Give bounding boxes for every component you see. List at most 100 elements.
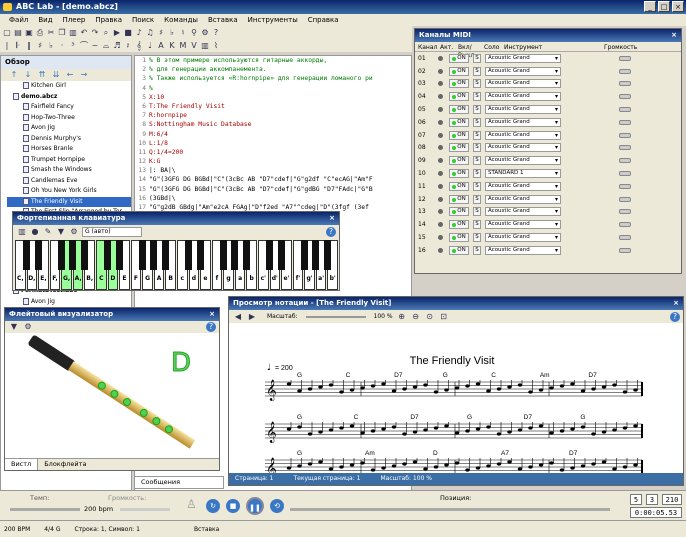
volume-slider[interactable] — [581, 195, 631, 204]
piano-black-key[interactable] — [80, 240, 88, 270]
volume-slider[interactable] — [581, 118, 631, 127]
save-icon[interactable]: ▣ — [24, 28, 34, 38]
solo-button[interactable]: S — [473, 156, 481, 166]
tree-group[interactable]: demo.abcz — [7, 92, 131, 103]
instrument-select[interactable]: Acoustic Grand — [485, 156, 561, 166]
tab-recorder[interactable]: Блокфлейта — [38, 459, 92, 470]
zoom-out-icon[interactable]: ⊖ — [411, 312, 421, 322]
clef-icon[interactable]: 𝄞 — [134, 41, 144, 51]
solo-button[interactable]: S — [473, 92, 481, 102]
menu-item[interactable]: Плеер — [58, 14, 91, 26]
find-icon[interactable]: ⌕ — [101, 28, 111, 38]
tree-item[interactable]: Oh You New York Girls — [7, 186, 131, 197]
back-icon[interactable]: ← — [65, 70, 75, 80]
zoom-fit-icon[interactable]: ⊙ — [425, 312, 435, 322]
tempo-slider[interactable] — [10, 508, 80, 511]
flat-icon[interactable]: ♭ — [167, 28, 177, 38]
instrument-select[interactable]: Acoustic Grand — [485, 194, 561, 204]
flute-icon[interactable]: ⌇ — [211, 41, 221, 51]
instrument-select[interactable]: Acoustic Grand — [485, 233, 561, 243]
forward-icon[interactable]: → — [79, 70, 89, 80]
solo-button[interactable]: S — [473, 181, 481, 191]
bottom-icon[interactable]: ⇊ — [51, 70, 61, 80]
instrument-select[interactable]: Acoustic Grand — [485, 117, 561, 127]
copy-icon[interactable]: ❐ — [57, 28, 67, 38]
zoom-slider[interactable] — [305, 315, 366, 318]
volume-knob[interactable] — [619, 68, 631, 74]
menu-item[interactable]: Вид — [33, 14, 57, 26]
tree-item[interactable]: Avon Jig — [7, 123, 131, 134]
stop-button[interactable]: ■ — [226, 499, 240, 513]
position-slider[interactable] — [290, 508, 610, 511]
lyrics-icon[interactable]: A — [156, 41, 166, 51]
volume-slider[interactable] — [581, 79, 631, 88]
close-icon[interactable]: × — [671, 29, 681, 42]
dbl-bar-icon[interactable]: ‖ — [24, 41, 34, 51]
menu-item[interactable]: Поиск — [127, 14, 159, 26]
instrument-select[interactable]: Acoustic Grand — [485, 220, 561, 230]
record-icon[interactable]: ● — [30, 227, 40, 237]
piano-black-key[interactable] — [312, 240, 320, 270]
solo-button[interactable]: S — [473, 53, 481, 63]
volume-slider[interactable] — [581, 67, 631, 76]
solo-button[interactable]: S — [473, 79, 481, 89]
piano-black-key[interactable] — [266, 240, 274, 270]
volume-slider[interactable] — [581, 105, 631, 114]
solo-button[interactable]: S — [473, 220, 481, 230]
instrument-select[interactable]: Acoustic Grand — [485, 53, 561, 63]
channel-on-toggle[interactable]: ON — [449, 130, 469, 140]
solo-button[interactable]: S — [473, 105, 481, 115]
channel-on-toggle[interactable]: ON — [449, 181, 469, 191]
piano-black-key[interactable] — [34, 240, 42, 270]
instrument-select[interactable]: Acoustic Grand — [485, 130, 561, 140]
natural-icon[interactable]: ♮ — [178, 28, 188, 38]
help-icon[interactable]: ? — [670, 311, 680, 322]
channel-on-toggle[interactable]: ON — [449, 233, 469, 243]
instrument-select[interactable]: Acoustic Grand — [485, 245, 561, 255]
channel-on-toggle[interactable]: ON — [449, 245, 469, 255]
flat-icon[interactable]: ♭ — [46, 41, 56, 51]
piano-black-key[interactable] — [219, 240, 227, 270]
volume-slider[interactable] — [581, 169, 631, 178]
gear-icon[interactable]: ⚙ — [23, 322, 33, 332]
top-icon[interactable]: ⇈ — [37, 70, 47, 80]
key-select[interactable]: G (авто) — [82, 227, 142, 237]
volume-knob[interactable] — [619, 183, 631, 189]
dot-icon[interactable]: · — [57, 41, 67, 51]
channel-on-toggle[interactable]: ON — [449, 66, 469, 76]
volume-slider[interactable] — [581, 246, 631, 255]
tree-item[interactable]: Avon Jig — [7, 297, 127, 308]
piano-black-key[interactable] — [23, 240, 31, 270]
channel-on-toggle[interactable]: ON — [449, 117, 469, 127]
instrument-select[interactable]: Acoustic Grand — [485, 105, 561, 115]
volume-slider[interactable] — [581, 233, 631, 242]
note-icon[interactable]: ♪ — [134, 28, 144, 38]
fermata-icon[interactable]: ⌓ — [101, 41, 111, 51]
close-icon[interactable]: × — [329, 212, 339, 225]
open-file-icon[interactable]: ▤ — [13, 28, 23, 38]
paste-icon[interactable]: ▥ — [68, 28, 78, 38]
volume-knob[interactable] — [619, 235, 631, 241]
close-icon[interactable]: × — [209, 308, 219, 321]
solo-button[interactable]: S — [473, 143, 481, 153]
piano-black-key[interactable] — [323, 240, 331, 270]
close-icon[interactable]: × — [673, 297, 683, 310]
menu-item[interactable]: Вставка — [203, 14, 243, 26]
menu-item[interactable]: Файл — [4, 14, 33, 26]
undo-icon[interactable]: ↶ — [79, 28, 89, 38]
rewind-button[interactable]: ↻ — [206, 499, 220, 513]
sharp-icon[interactable]: ♯ — [156, 28, 166, 38]
menu-item[interactable]: Правка — [90, 14, 127, 26]
volume-knob[interactable] — [619, 132, 631, 138]
gear-icon[interactable]: ⚙ — [69, 227, 79, 237]
instrument-select[interactable]: Acoustic Grand — [485, 181, 561, 191]
volume-knob[interactable] — [619, 81, 631, 87]
stop-icon[interactable]: ■ — [123, 28, 133, 38]
chord-icon[interactable]: ♬ — [112, 41, 122, 51]
bar-icon[interactable]: | — [2, 41, 12, 51]
piano-black-key[interactable] — [161, 240, 169, 270]
volume-slider[interactable] — [581, 54, 631, 63]
maximize-button[interactable]: □ — [658, 1, 670, 12]
slur-icon[interactable]: ⌒ — [79, 41, 89, 51]
piano-black-key[interactable] — [277, 240, 285, 270]
